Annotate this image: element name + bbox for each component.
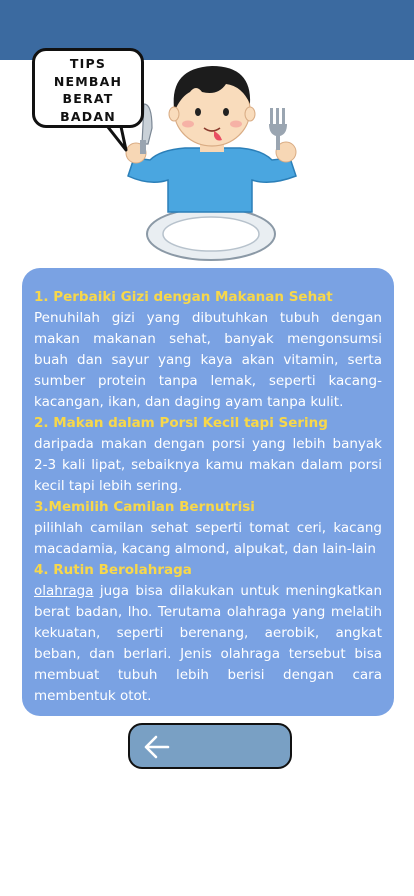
speech-bubble-text: TIPS NEMBAH BERAT BADAN (53, 56, 123, 124)
olahraga-link[interactable]: olahraga (34, 583, 94, 599)
tip-body: daripada makan dengan porsi yang lebih b… (34, 436, 382, 494)
tip-title: 2. Makan dalam Porsi Kecil tapi Sering (34, 415, 328, 431)
tip-title: 1. Perbaiki Gizi dengan Makanan Sehat (34, 289, 333, 305)
tip-title: 3.Memilih Camilan Bernutrisi (34, 499, 255, 515)
tip-body-text: juga bisa dilakukan untuk meningkatkan b… (34, 583, 382, 704)
tip-title: 4. Rutin Berolahraga (34, 562, 192, 578)
tips-card: 1. Perbaiki Gizi dengan Makanan Sehat Pe… (22, 268, 394, 716)
tip-body: pilihlah camilan sehat seperti tomat cer… (34, 520, 382, 557)
tip-body: olahraga juga bisa dilakukan untuk menin… (34, 581, 382, 707)
back-button[interactable] (128, 723, 292, 769)
tip-body: Penuhilah gizi yang dibutuhkan tubuh den… (34, 310, 382, 410)
arrow-left-icon (144, 735, 170, 759)
speech-bubble: TIPS NEMBAH BERAT BADAN (32, 48, 144, 128)
